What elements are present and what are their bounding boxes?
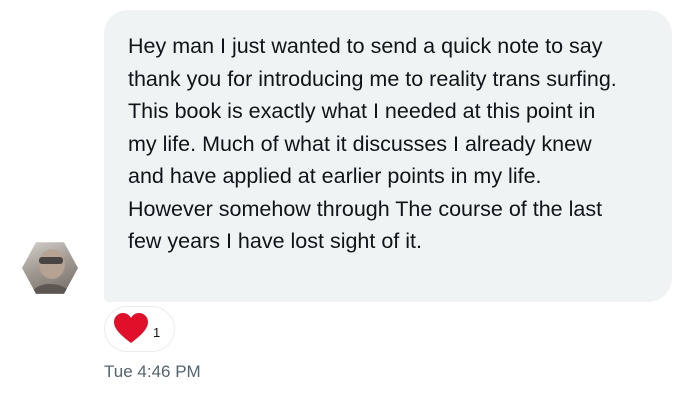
message-text: Hey man I just wanted to send a quick no… [128, 34, 617, 253]
avatar-image [30, 249, 72, 294]
reaction-count: 1 [153, 324, 161, 340]
message-bubble[interactable]: Hey man I just wanted to send a quick no… [104, 10, 672, 302]
avatar[interactable] [22, 242, 78, 294]
heart-icon [114, 313, 148, 343]
reaction-button[interactable]: 1 [104, 306, 176, 352]
message-timestamp: Tue 4:46 PM [104, 362, 201, 381]
